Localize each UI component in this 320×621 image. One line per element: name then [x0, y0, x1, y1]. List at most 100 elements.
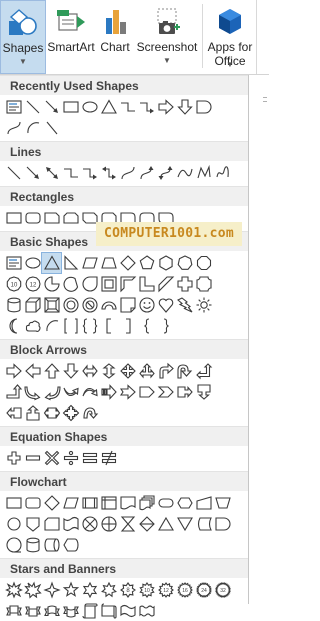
heart-icon[interactable]: [156, 295, 175, 315]
process-icon[interactable]: [4, 493, 23, 513]
left-right-arrow-callout-icon[interactable]: [42, 403, 61, 423]
wave-icon[interactable]: [118, 601, 137, 621]
apps-for-office-button[interactable]: Apps for Office ▼: [204, 0, 256, 74]
curved-connector-icon[interactable]: [118, 163, 137, 183]
down-arrow-icon[interactable]: [175, 97, 194, 117]
line-arrow-icon[interactable]: [42, 97, 61, 117]
curved-down-arrow-icon[interactable]: [80, 382, 99, 402]
left-right-up-arrow-icon[interactable]: [137, 361, 156, 381]
snip-same-side-icon[interactable]: [61, 208, 80, 228]
star-7-icon[interactable]: [99, 580, 118, 600]
bevel-icon[interactable]: [42, 295, 61, 315]
plus-icon[interactable]: [175, 274, 194, 294]
oval-icon[interactable]: [23, 253, 42, 273]
sequential-access-storage-icon[interactable]: [4, 535, 23, 555]
right-brace-icon[interactable]: [156, 316, 175, 336]
sort-icon[interactable]: [137, 514, 156, 534]
block-arc-icon[interactable]: [99, 295, 118, 315]
bent-up-arrow-icon[interactable]: [4, 382, 23, 402]
chart-button[interactable]: Chart: [96, 0, 134, 74]
star-24-icon[interactable]: 24: [194, 580, 213, 600]
right-arrow-icon[interactable]: [156, 97, 175, 117]
division-sign-icon[interactable]: [61, 448, 80, 468]
connector-icon[interactable]: [4, 514, 23, 534]
sun-icon[interactable]: [194, 295, 213, 315]
left-arrow-icon[interactable]: [23, 361, 42, 381]
magnetic-disk-icon[interactable]: [23, 535, 42, 555]
multiply-sign-icon[interactable]: [42, 448, 61, 468]
predefined-process-icon[interactable]: [80, 493, 99, 513]
summing-junction-icon[interactable]: [80, 514, 99, 534]
terminator-icon[interactable]: [156, 493, 175, 513]
line-diagonal-icon[interactable]: [42, 118, 61, 138]
chord-icon[interactable]: [61, 274, 80, 294]
extract-icon[interactable]: [156, 514, 175, 534]
or-icon[interactable]: [99, 514, 118, 534]
freeform-icon[interactable]: [194, 163, 213, 183]
cloud-icon[interactable]: [23, 316, 42, 336]
rectangle-icon[interactable]: [4, 208, 23, 228]
parallelogram-icon[interactable]: [80, 253, 99, 273]
trapezoid-icon[interactable]: [99, 253, 118, 273]
notched-right-arrow-icon[interactable]: [118, 382, 137, 402]
pie-icon[interactable]: [42, 274, 61, 294]
left-right-arrow-icon[interactable]: [80, 361, 99, 381]
stored-data-icon[interactable]: [194, 514, 213, 534]
heptagon-icon[interactable]: [175, 253, 194, 273]
oval-icon[interactable]: [80, 97, 99, 117]
star-8-icon[interactable]: 8: [118, 580, 137, 600]
flowchart-delay-icon[interactable]: [213, 514, 232, 534]
curved-double-arrow-icon[interactable]: [156, 163, 175, 183]
elbow-arrow-icon[interactable]: [80, 163, 99, 183]
shapes-button[interactable]: Shapes ▼: [0, 0, 46, 74]
arc-icon[interactable]: [42, 316, 61, 336]
plaque-icon[interactable]: [194, 274, 213, 294]
not-equal-sign-icon[interactable]: [99, 448, 118, 468]
multidocument-icon[interactable]: [137, 493, 156, 513]
curved-up-ribbon-icon[interactable]: [42, 601, 61, 621]
rectangle-icon[interactable]: [61, 97, 80, 117]
dodecagon-icon[interactable]: 12: [23, 274, 42, 294]
internal-storage-icon[interactable]: [99, 493, 118, 513]
off-page-connector-icon[interactable]: [23, 514, 42, 534]
hexagon-icon[interactable]: [156, 253, 175, 273]
display-icon[interactable]: [61, 535, 80, 555]
right-arrow-callout-icon[interactable]: [175, 382, 194, 402]
explosion-2-icon[interactable]: [23, 580, 42, 600]
star-12-icon[interactable]: 12: [156, 580, 175, 600]
left-arrow-callout-icon[interactable]: [4, 403, 23, 423]
smiley-face-icon[interactable]: [137, 295, 156, 315]
quad-arrow-icon[interactable]: [118, 361, 137, 381]
line-icon[interactable]: [4, 163, 23, 183]
l-shape-icon[interactable]: [137, 274, 156, 294]
line-double-arrow-icon[interactable]: [42, 163, 61, 183]
rounded-rectangle-icon[interactable]: [23, 208, 42, 228]
vertical-scroll-icon[interactable]: [80, 601, 99, 621]
curve-icon[interactable]: [175, 163, 194, 183]
half-frame-icon[interactable]: [118, 274, 137, 294]
cube-icon[interactable]: [23, 295, 42, 315]
down-arrow-callout-icon[interactable]: [194, 382, 213, 402]
plus-sign-icon[interactable]: [4, 448, 23, 468]
teardrop-icon[interactable]: [80, 274, 99, 294]
punched-tape-icon[interactable]: [61, 514, 80, 534]
elbow-connector-icon[interactable]: [118, 97, 137, 117]
diagonal-stripe-icon[interactable]: [156, 274, 175, 294]
pentagon-icon[interactable]: [137, 253, 156, 273]
pentagon-arrow-icon[interactable]: [137, 382, 156, 402]
horizontal-scroll-icon[interactable]: [99, 601, 118, 621]
moon-icon[interactable]: [4, 316, 23, 336]
curved-right-arrow-icon[interactable]: [23, 382, 42, 402]
star-16-icon[interactable]: 16: [175, 580, 194, 600]
can-icon[interactable]: [4, 295, 23, 315]
isosceles-triangle-icon[interactable]: [41, 252, 62, 274]
up-ribbon-icon[interactable]: [4, 601, 23, 621]
up-down-arrow-icon[interactable]: [99, 361, 118, 381]
double-brace-icon[interactable]: [80, 316, 99, 336]
up-arrow-callout-icon[interactable]: [23, 403, 42, 423]
down-arrow-icon[interactable]: [61, 361, 80, 381]
circular-arrow-icon[interactable]: [80, 403, 99, 423]
double-wave-icon[interactable]: [137, 601, 156, 621]
chevron-icon[interactable]: [156, 382, 175, 402]
curved-arrow-icon[interactable]: [137, 163, 156, 183]
